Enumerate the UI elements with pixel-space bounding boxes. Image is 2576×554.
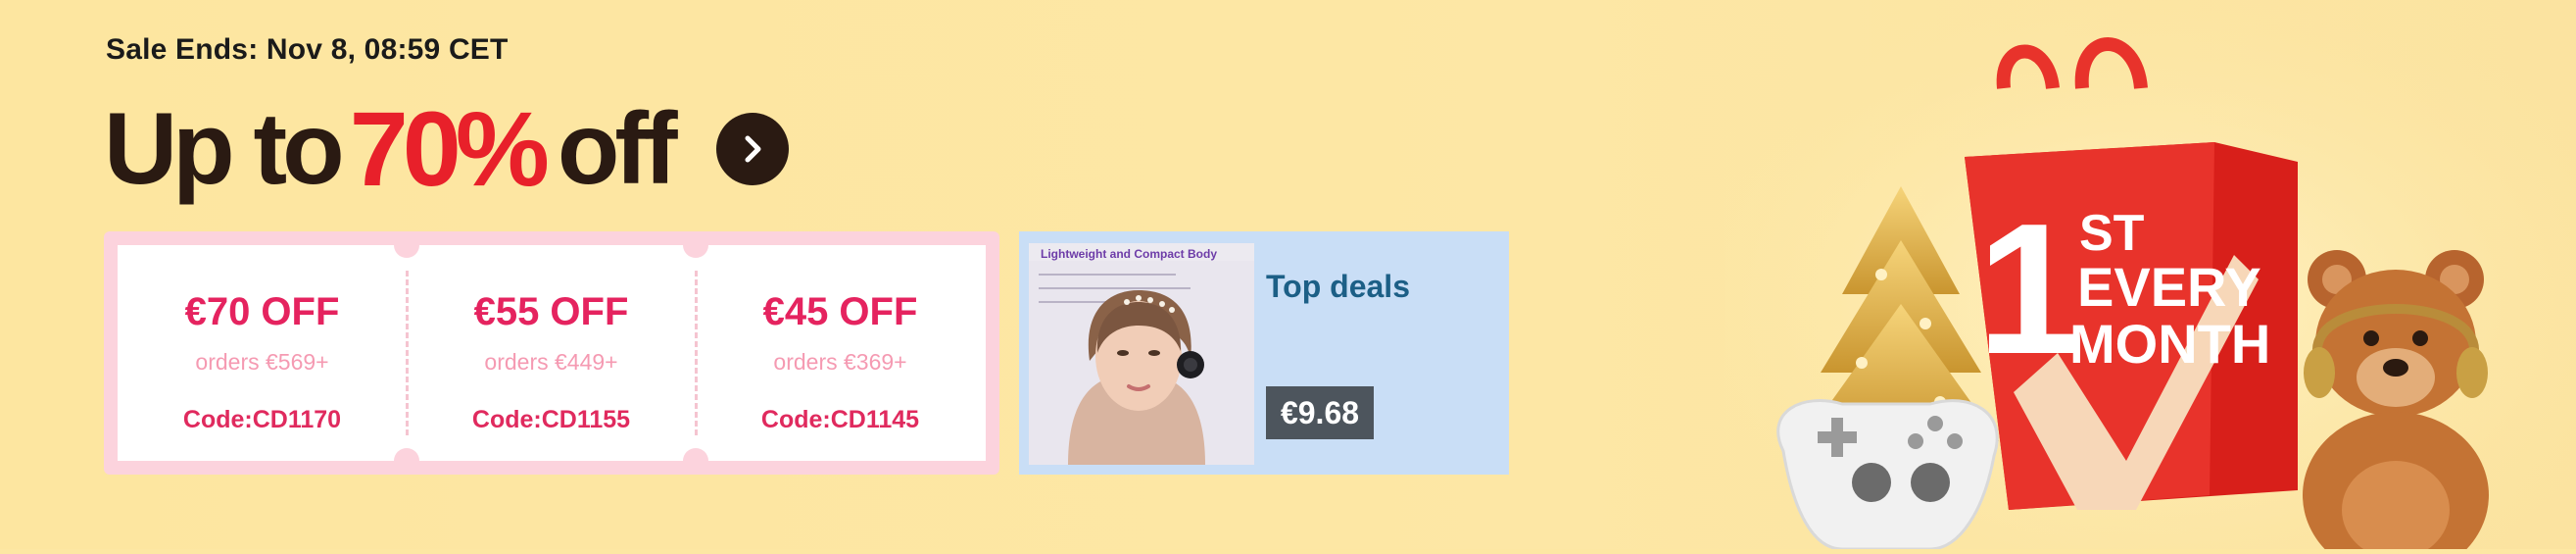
sale-ends-text: Sale Ends: Nov 8, 08:59 CET — [106, 33, 509, 66]
coupon-condition: orders €369+ — [773, 349, 907, 375]
bag-text-every: EVERY — [2077, 256, 2261, 318]
headline-prefix: Up to — [104, 92, 345, 206]
top-deals-label: Top deals — [1266, 269, 1410, 304]
coupon-amount: €55 OFF — [473, 290, 629, 333]
coupon-amount: €45 OFF — [762, 290, 918, 333]
bag-text-month: MONTH — [2069, 313, 2270, 375]
product-photo — [1029, 261, 1254, 465]
coupon-code: Code:CD1170 — [182, 406, 342, 433]
gamepad-icon — [1776, 399, 1999, 551]
coupon-code: Code:CD1155 — [471, 406, 631, 433]
coupon-condition: orders €449+ — [484, 349, 618, 375]
bag-text-ordinal: ST — [2079, 205, 2145, 262]
top-deals-card[interactable]: Lightweight and Compact Body Top deals €… — [1019, 231, 1509, 475]
coupon-45-off[interactable]: €45 OFF orders €369+ Code:CD1145 — [696, 245, 985, 461]
headline-percent: 70% — [349, 89, 550, 208]
promo-headline[interactable]: Up to 70% off — [104, 90, 789, 208]
chevron-right-icon — [745, 135, 761, 163]
coupon-70-off[interactable]: €70 OFF orders €569+ Code:CD1170 — [118, 245, 407, 461]
coupon-strip: €70 OFF orders €569+ Code:CD1170 €55 OFF… — [118, 232, 986, 474]
coupon-condition: orders €569+ — [195, 349, 329, 375]
product-image[interactable]: Lightweight and Compact Body — [1029, 243, 1254, 465]
coupon-panel: €70 OFF orders €569+ Code:CD1170 €55 OFF… — [104, 231, 999, 475]
hero-illustration: 1 ST EVERY MONTH — [1725, 0, 2576, 554]
coupon-55-off[interactable]: €55 OFF orders €449+ Code:CD1155 — [407, 245, 696, 461]
bag-text-number: 1 — [1977, 185, 2081, 393]
coupon-code: Code:CD1145 — [760, 406, 920, 433]
coupon-amount: €70 OFF — [184, 290, 340, 333]
price-badge: €9.68 — [1266, 386, 1374, 439]
headline-suffix: off — [557, 92, 678, 206]
headline-arrow-button[interactable] — [715, 113, 789, 185]
promo-banner[interactable]: Sale Ends: Nov 8, 08:59 CET Up to 70% of… — [0, 0, 2576, 554]
